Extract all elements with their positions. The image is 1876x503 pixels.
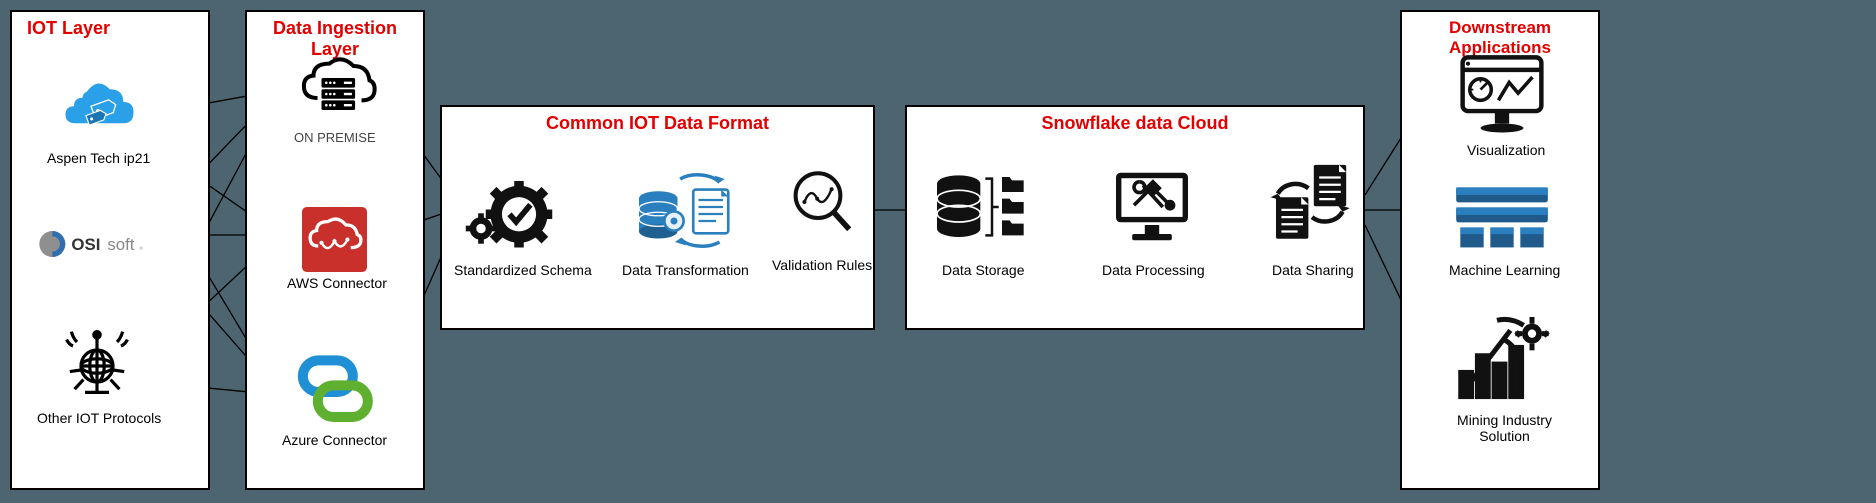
sharing-label: Data Sharing — [1272, 262, 1354, 278]
transform-label: Data Transformation — [622, 262, 749, 278]
processing-label: Data Processing — [1102, 262, 1205, 278]
processing-icon — [1107, 162, 1197, 252]
onprem-cloud-icon — [295, 54, 380, 126]
ml-label: Machine Learning — [1449, 262, 1560, 278]
downstream-box: Downstream Applications Visualization — [1400, 10, 1600, 490]
ml-stack-icon — [1452, 177, 1552, 257]
azure-connector-icon — [292, 352, 377, 427]
osisoft-logo-icon: OSI soft ® — [37, 227, 167, 261]
other-iot-label: Other IOT Protocols — [37, 410, 161, 426]
schema-label: Standardized Schema — [454, 262, 592, 278]
cloud-tag-icon — [57, 67, 142, 137]
common-format-box: Common IOT Data Format — [440, 105, 875, 330]
validate-icon — [782, 162, 862, 242]
storage-icon — [932, 162, 1032, 252]
viz-label: Visualization — [1467, 142, 1545, 158]
svg-text:soft: soft — [107, 235, 134, 254]
iot-layer-box: IOT Layer Aspen Tech ip21 OSI soft ® — [10, 10, 210, 490]
mining-label: Mining Industry Solution — [1457, 412, 1552, 444]
ingestion-layer-box: Data Ingestion Layer ON PREMISE — [245, 10, 425, 490]
aws-connector-icon — [302, 207, 367, 272]
snowflake-title: Snowflake data Cloud — [907, 113, 1363, 134]
iot-layer-title: IOT Layer — [27, 18, 208, 39]
iot-globe-icon — [57, 322, 137, 402]
sharing-icon — [1267, 157, 1357, 252]
viz-monitor-icon — [1457, 52, 1547, 137]
storage-label: Data Storage — [942, 262, 1025, 278]
gear-check-icon — [462, 162, 557, 257]
mining-icon — [1452, 312, 1552, 407]
onprem-label: ON PREMISE — [294, 130, 376, 145]
azure-label: Azure Connector — [282, 432, 387, 448]
svg-text:OSI: OSI — [71, 235, 100, 254]
common-title: Common IOT Data Format — [442, 113, 873, 134]
aspen-label: Aspen Tech ip21 — [47, 150, 150, 166]
aws-label: AWS Connector — [287, 275, 387, 291]
snowflake-box: Snowflake data Cloud Data Storage — [905, 105, 1365, 330]
validate-label: Validation Rules — [772, 257, 872, 273]
svg-text:®: ® — [139, 245, 143, 251]
transform-icon — [632, 162, 737, 252]
